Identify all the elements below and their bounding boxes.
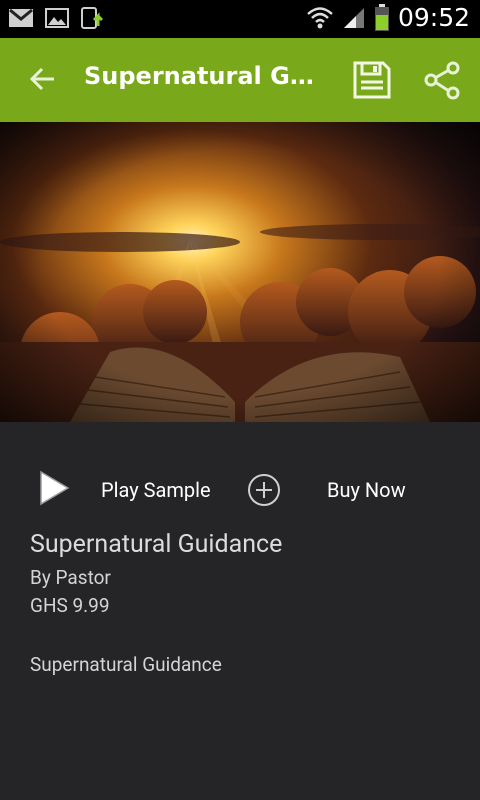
- play-sample-button[interactable]: Play Sample: [101, 478, 211, 502]
- share-icon[interactable]: [422, 60, 462, 100]
- book-author: By Pastor: [30, 566, 111, 589]
- gmail-icon: [9, 8, 33, 27]
- status-bar: 09:52: [0, 0, 480, 38]
- play-icon[interactable]: [36, 468, 72, 508]
- notification-icons: [8, 6, 106, 30]
- image-icon: [45, 8, 69, 28]
- book-price: GHS 9.99: [30, 594, 110, 617]
- sunset-book-image: [0, 122, 480, 422]
- save-icon[interactable]: [352, 60, 392, 100]
- download-update-icon: [81, 7, 104, 29]
- back-arrow-icon[interactable]: [26, 62, 60, 96]
- wifi-icon: [307, 6, 333, 28]
- action-bar: Supernatural Guidance: [0, 38, 480, 122]
- add-circle-icon[interactable]: [246, 472, 282, 508]
- buy-now-button[interactable]: Buy Now: [327, 478, 406, 502]
- book-title: Supernatural Guidance: [30, 530, 283, 559]
- battery-icon: [374, 3, 389, 31]
- signal-icon: [343, 7, 364, 28]
- page-title: Supernatural Guidance: [84, 62, 324, 90]
- book-description: Supernatural Guidance: [30, 653, 222, 676]
- system-icons: 09:52: [306, 3, 470, 32]
- playback-controls: Play Sample Buy Now: [0, 460, 480, 520]
- clock: 09:52: [397, 3, 470, 32]
- cover-image: [0, 122, 480, 422]
